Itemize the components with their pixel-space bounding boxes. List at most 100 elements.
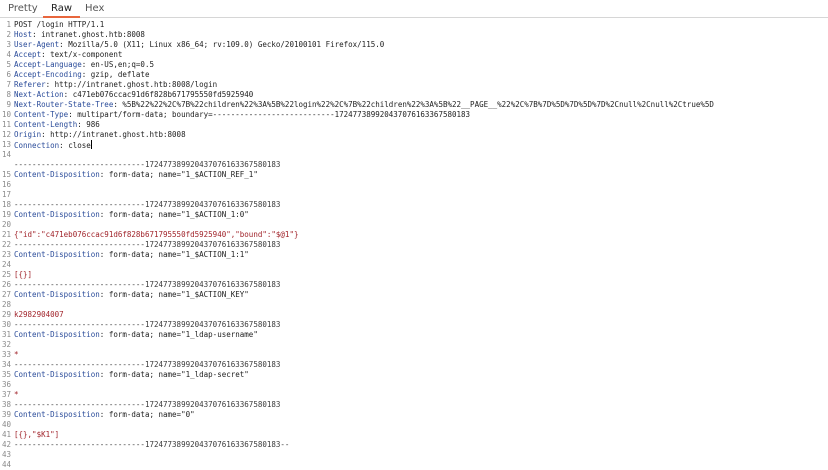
- line-number: 29: [1, 310, 11, 319]
- header-value: form-data; name="1_$ACTION_REF_1": [108, 170, 258, 179]
- line-number: 33: [1, 350, 11, 359]
- line-content: Content-Length: 986: [14, 120, 100, 130]
- line-number: 16: [1, 180, 11, 189]
- line-content: Content-Disposition: form-data; name="1_…: [14, 250, 249, 260]
- line-content: Content-Disposition: form-data; name="0": [14, 410, 195, 420]
- header-separator: :: [45, 80, 55, 89]
- line-content: *: [14, 390, 19, 400]
- line-number: 31: [1, 330, 11, 339]
- header-separator: :: [99, 370, 109, 379]
- header-separator: :: [59, 40, 69, 49]
- multipart-boundary: -----------------------------17247738992…: [14, 280, 281, 289]
- view-tab-bar: Pretty Raw Hex: [0, 0, 828, 18]
- line-number: 1: [6, 20, 11, 29]
- line-number: 26: [1, 280, 11, 289]
- header-value: http://intranet.ghost.htb:8008: [50, 130, 186, 139]
- multipart-boundary: -----------------------------17247738992…: [14, 400, 281, 409]
- part-value: *: [14, 350, 19, 359]
- line-number: 17: [1, 190, 11, 199]
- line-content: Connection: close: [14, 140, 92, 151]
- multipart-boundary: -----------------------------17247738992…: [14, 240, 281, 249]
- line-content: [{},"$K1"]: [14, 430, 59, 440]
- line-content: User-Agent: Mozilla/5.0 (X11; Linux x86_…: [14, 40, 384, 50]
- line-content: Content-Disposition: form-data; name="1_…: [14, 170, 258, 180]
- line-number: 5: [6, 60, 11, 69]
- header-separator: :: [32, 30, 42, 39]
- multipart-boundary: -----------------------------17247738992…: [14, 200, 281, 209]
- header-value: form-data; name="1_$ACTION_1:1": [108, 250, 249, 259]
- line-content: -----------------------------17247738992…: [14, 400, 280, 410]
- header-name: Content-Length: [14, 120, 78, 129]
- tab-raw[interactable]: Raw: [42, 0, 81, 18]
- line-number: 7: [6, 80, 11, 89]
- header-value: form-data; name="0": [108, 410, 195, 419]
- line-number: 12: [1, 130, 11, 139]
- line-content: -----------------------------17247738992…: [14, 160, 280, 170]
- header-separator: :: [81, 60, 91, 69]
- header-name: Content-Disposition: [14, 330, 100, 339]
- header-separator: :: [68, 110, 78, 119]
- header-separator: :: [99, 250, 109, 259]
- header-name: Content-Type: [14, 110, 69, 119]
- header-name: Accept: [14, 50, 42, 59]
- part-value: [{},"$K1"]: [14, 430, 60, 439]
- header-name: Content-Disposition: [14, 290, 100, 299]
- line-content: Content-Disposition: form-data; name="1_…: [14, 330, 258, 340]
- line-content: Next-Router-State-Tree: %5B%22%22%2C%7B%…: [14, 100, 714, 110]
- line-number: 3: [6, 40, 11, 49]
- header-separator: :: [99, 330, 109, 339]
- line-number: 24: [1, 260, 11, 269]
- line-content: *: [14, 350, 19, 360]
- header-value: gzip, deflate: [90, 70, 150, 79]
- header-name: Content-Disposition: [14, 250, 100, 259]
- line-number: 28: [1, 300, 11, 309]
- line-content: Accept-Encoding: gzip, deflate: [14, 70, 149, 80]
- line-number: 2: [6, 30, 11, 39]
- header-value: intranet.ghost.htb:8008: [41, 30, 145, 39]
- text-cursor: [90, 140, 92, 149]
- header-name: Next-Router-State-Tree: [14, 100, 114, 109]
- line-number: 23: [1, 250, 11, 259]
- line-content: -----------------------------17247738992…: [14, 280, 280, 290]
- raw-request-editor[interactable]: 1 POST /login HTTP/1.1 2 Host: intranet.gho…: [0, 20, 828, 469]
- line-content: Host: intranet.ghost.htb:8008: [14, 30, 145, 40]
- line-number: 19: [1, 210, 11, 219]
- line-number: 32: [1, 340, 11, 349]
- line-number: 20: [1, 220, 11, 229]
- header-name: Host: [14, 30, 33, 39]
- header-separator: :: [41, 130, 51, 139]
- line-number: 43: [1, 450, 11, 459]
- plain-text: POST /login HTTP/1.1: [14, 20, 105, 29]
- header-separator: :: [77, 120, 87, 129]
- line-content: Content-Type: multipart/form-data; bound…: [14, 110, 470, 120]
- part-value: *: [14, 390, 19, 399]
- header-value: form-data; name="1_$ACTION_KEY": [108, 290, 249, 299]
- header-name: Accept-Encoding: [14, 70, 82, 79]
- tab-pretty[interactable]: Pretty: [8, 0, 38, 17]
- line-number: 25: [1, 270, 11, 279]
- header-value: form-data; name="1_ldap-secret": [108, 370, 249, 379]
- line-content: [{}]: [14, 270, 32, 280]
- line-number: 6: [6, 70, 11, 79]
- line-content: -----------------------------17247738992…: [14, 320, 280, 330]
- line-content: {"id":"c471eb076ccac91d6f828b671795550fd…: [14, 230, 298, 240]
- line-number: 14: [1, 150, 11, 159]
- line-number: 9: [6, 100, 11, 109]
- line-number: 13: [1, 140, 11, 149]
- line-number: 11: [1, 120, 11, 129]
- header-value: http://intranet.ghost.htb:8008/login: [54, 80, 218, 89]
- line-content: -----------------------------17247738992…: [14, 240, 280, 250]
- part-value: k2982904007: [14, 310, 64, 319]
- header-value: multipart/form-data; boundary=----------…: [77, 110, 471, 119]
- line-number: 42: [1, 440, 11, 449]
- line-number: 27: [1, 290, 11, 299]
- header-separator: :: [99, 290, 109, 299]
- header-name: User-Agent: [14, 40, 60, 49]
- line-content: -----------------------------17247738992…: [14, 360, 280, 370]
- header-name: Content-Disposition: [14, 210, 100, 219]
- header-name: Content-Disposition: [14, 370, 100, 379]
- line-number: 38: [1, 400, 11, 409]
- line-content: Next-Action: c471eb076ccac91d6f828b67179…: [14, 90, 253, 100]
- tab-hex[interactable]: Hex: [85, 0, 104, 17]
- header-separator: :: [99, 410, 109, 419]
